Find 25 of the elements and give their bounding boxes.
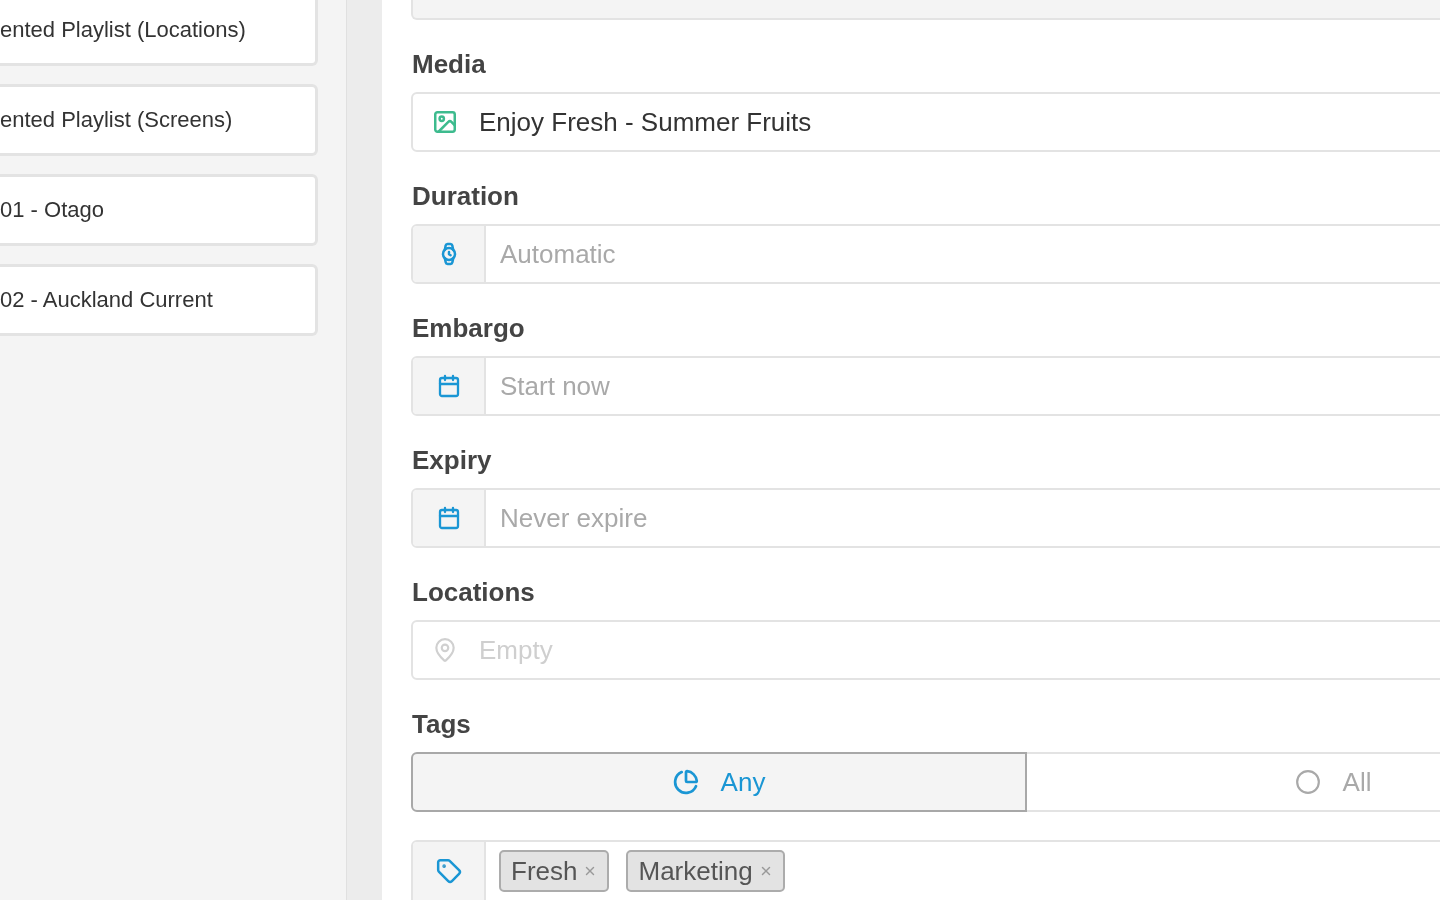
field-label: Tags: [411, 708, 471, 740]
field-label: Locations: [411, 576, 535, 608]
input-field[interactable]: [411, 0, 1440, 20]
field-label: Media: [411, 48, 486, 80]
tag-chip[interactable]: Fresh: [499, 850, 610, 892]
tag-label: Fresh: [511, 856, 578, 886]
field-label: Expiry: [411, 444, 492, 476]
playlist-card[interactable]: 01 - Otago: [0, 174, 318, 246]
playlist-card[interactable]: ented Playlist (Screens): [0, 84, 318, 156]
calendar-icon: [436, 506, 461, 530]
match-toggle[interactable]: Any: [411, 752, 1027, 812]
tag-input[interactable]: Fresh Marketing: [411, 840, 1440, 900]
playlist-card[interactable]: 02 - Auckland Current: [0, 264, 318, 336]
calendar-icon: [436, 374, 461, 398]
tag-label: Marketing: [638, 856, 753, 886]
media-picker[interactable]: Enjoy Fresh - Summer Fruits: [411, 92, 1440, 152]
field-label: Duration: [411, 180, 519, 212]
tag-chip[interactable]: Marketing: [626, 850, 785, 892]
image-icon: [432, 109, 458, 135]
field-label: Embargo: [411, 312, 525, 344]
playlist-card[interactable]: ented Playlist (Locations): [0, 0, 318, 66]
circle-icon: [1294, 769, 1321, 795]
pie-chart-icon: [672, 769, 699, 795]
map-pin-icon: [432, 637, 458, 663]
tag-icon: [435, 858, 462, 884]
